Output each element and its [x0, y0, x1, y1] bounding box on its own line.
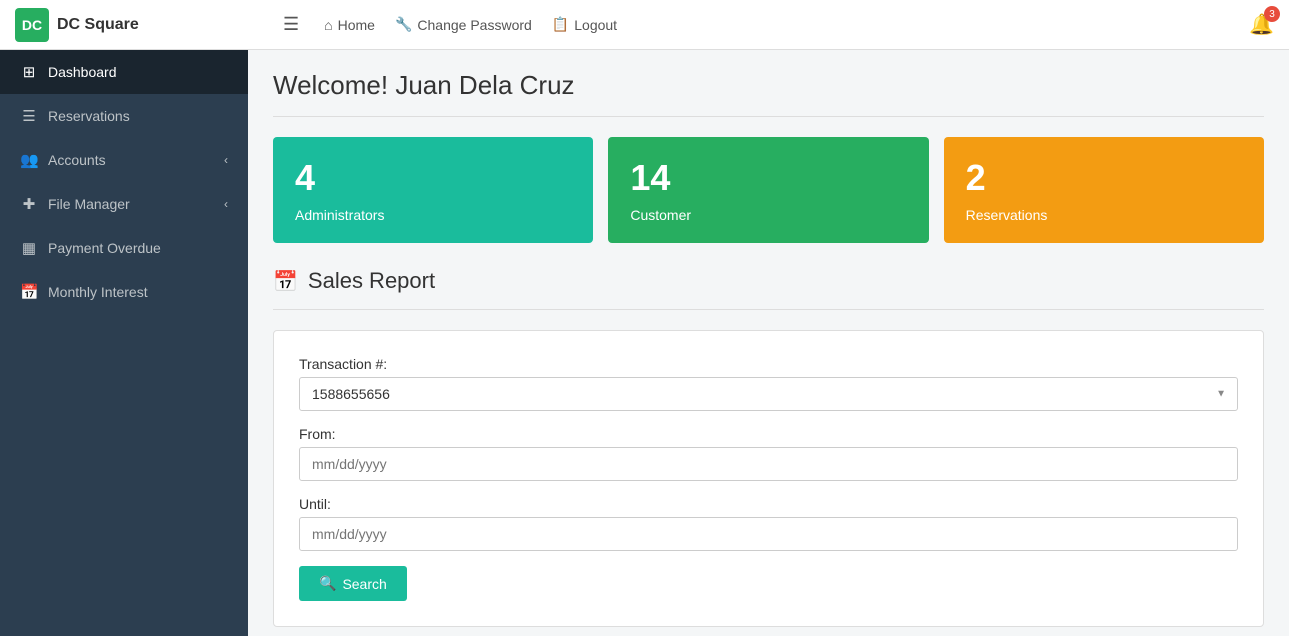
reservations-icon: ☰ — [20, 107, 38, 125]
from-input[interactable] — [299, 447, 1238, 481]
home-label: Home — [338, 17, 375, 33]
sidebar-item-label-dashboard: Dashboard — [48, 64, 117, 80]
until-label: Until: — [299, 496, 1238, 512]
stat-label-reservations: Reservations — [966, 207, 1242, 223]
stat-label-customers: Customer — [630, 207, 906, 223]
sidebar-item-label-reservations: Reservations — [48, 108, 130, 124]
navbar: DC DC Square ☰ ⌂ Home 🔧 Change Password … — [0, 0, 1289, 50]
navbar-right: 🔔 3 — [1249, 12, 1274, 37]
stat-card-reservations: 2 Reservations — [944, 137, 1264, 243]
sidebar-item-monthly-interest[interactable]: 📅 Monthly Interest — [0, 270, 248, 314]
home-link[interactable]: ⌂ Home — [324, 17, 375, 33]
stat-number-customers: 14 — [630, 157, 906, 199]
calendar-icon: 📅 — [273, 269, 298, 294]
monthly-interest-icon: 📅 — [20, 283, 38, 301]
sidebar-item-payment-overdue[interactable]: ▦ Payment Overdue — [0, 226, 248, 270]
sidebar-item-reservations[interactable]: ☰ Reservations — [0, 94, 248, 138]
logout-label: Logout — [574, 17, 617, 33]
sales-divider — [273, 309, 1264, 310]
sales-report-title: 📅 Sales Report — [273, 268, 1264, 294]
sidebar-item-label-accounts: Accounts — [48, 152, 106, 168]
sidebar-item-accounts[interactable]: 👥 Accounts ‹ — [0, 138, 248, 182]
brand-icon: DC — [15, 8, 49, 42]
accounts-arrow-icon: ‹ — [224, 153, 228, 167]
stat-number-admins: 4 — [295, 157, 571, 199]
navbar-toggle-icon[interactable]: ☰ — [283, 14, 299, 35]
stats-row: 4 Administrators 14 Customer 2 Reservati… — [273, 137, 1264, 243]
transaction-label: Transaction #: — [299, 356, 1238, 372]
notification-badge: 3 — [1264, 6, 1280, 22]
search-button-label: Search — [342, 576, 386, 592]
sidebar-item-label-payment-overdue: Payment Overdue — [48, 240, 161, 256]
dashboard-icon: ⊞ — [20, 63, 38, 81]
logout-icon: 📋 — [552, 16, 569, 33]
logout-link[interactable]: 📋 Logout — [552, 16, 617, 33]
search-button[interactable]: 🔍 Search — [299, 566, 407, 601]
until-group: Until: — [299, 496, 1238, 551]
brand-name: DC Square — [57, 16, 139, 34]
sidebar: ⊞ Dashboard ☰ Reservations 👥 Accounts ‹ … — [0, 50, 248, 636]
sidebar-item-label-monthly-interest: Monthly Interest — [48, 284, 148, 300]
transaction-select-wrapper: 1588655656 — [299, 377, 1238, 411]
sidebar-item-dashboard[interactable]: ⊞ Dashboard — [0, 50, 248, 94]
transaction-group: Transaction #: 1588655656 — [299, 356, 1238, 411]
layout: ⊞ Dashboard ☰ Reservations 👥 Accounts ‹ … — [0, 50, 1289, 636]
payment-overdue-icon: ▦ — [20, 239, 38, 257]
home-icon: ⌂ — [324, 17, 332, 33]
sidebar-item-label-file-manager: File Manager — [48, 196, 130, 212]
main-content: Welcome! Juan Dela Cruz 4 Administrators… — [248, 50, 1289, 636]
notification-bell[interactable]: 🔔 3 — [1249, 12, 1274, 37]
sales-report-label: Sales Report — [308, 268, 435, 294]
file-manager-arrow-icon: ‹ — [224, 197, 228, 211]
transaction-select[interactable]: 1588655656 — [299, 377, 1238, 411]
accounts-icon: 👥 — [20, 151, 38, 169]
stat-label-admins: Administrators — [295, 207, 571, 223]
stat-card-customers: 14 Customer — [608, 137, 928, 243]
stat-number-reservations: 2 — [966, 157, 1242, 199]
welcome-title: Welcome! Juan Dela Cruz — [273, 70, 1264, 101]
from-label: From: — [299, 426, 1238, 442]
sales-report-form: Transaction #: 1588655656 From: Until: 🔍… — [273, 330, 1264, 627]
brand: DC DC Square — [15, 8, 263, 42]
search-icon: 🔍 — [319, 575, 336, 592]
change-password-link[interactable]: 🔧 Change Password — [395, 16, 532, 33]
sidebar-item-file-manager[interactable]: ✚ File Manager ‹ — [0, 182, 248, 226]
welcome-divider — [273, 116, 1264, 117]
wrench-icon: 🔧 — [395, 16, 412, 33]
stat-card-admins: 4 Administrators — [273, 137, 593, 243]
until-input[interactable] — [299, 517, 1238, 551]
from-group: From: — [299, 426, 1238, 481]
change-password-label: Change Password — [417, 17, 531, 33]
file-manager-icon: ✚ — [20, 195, 38, 213]
